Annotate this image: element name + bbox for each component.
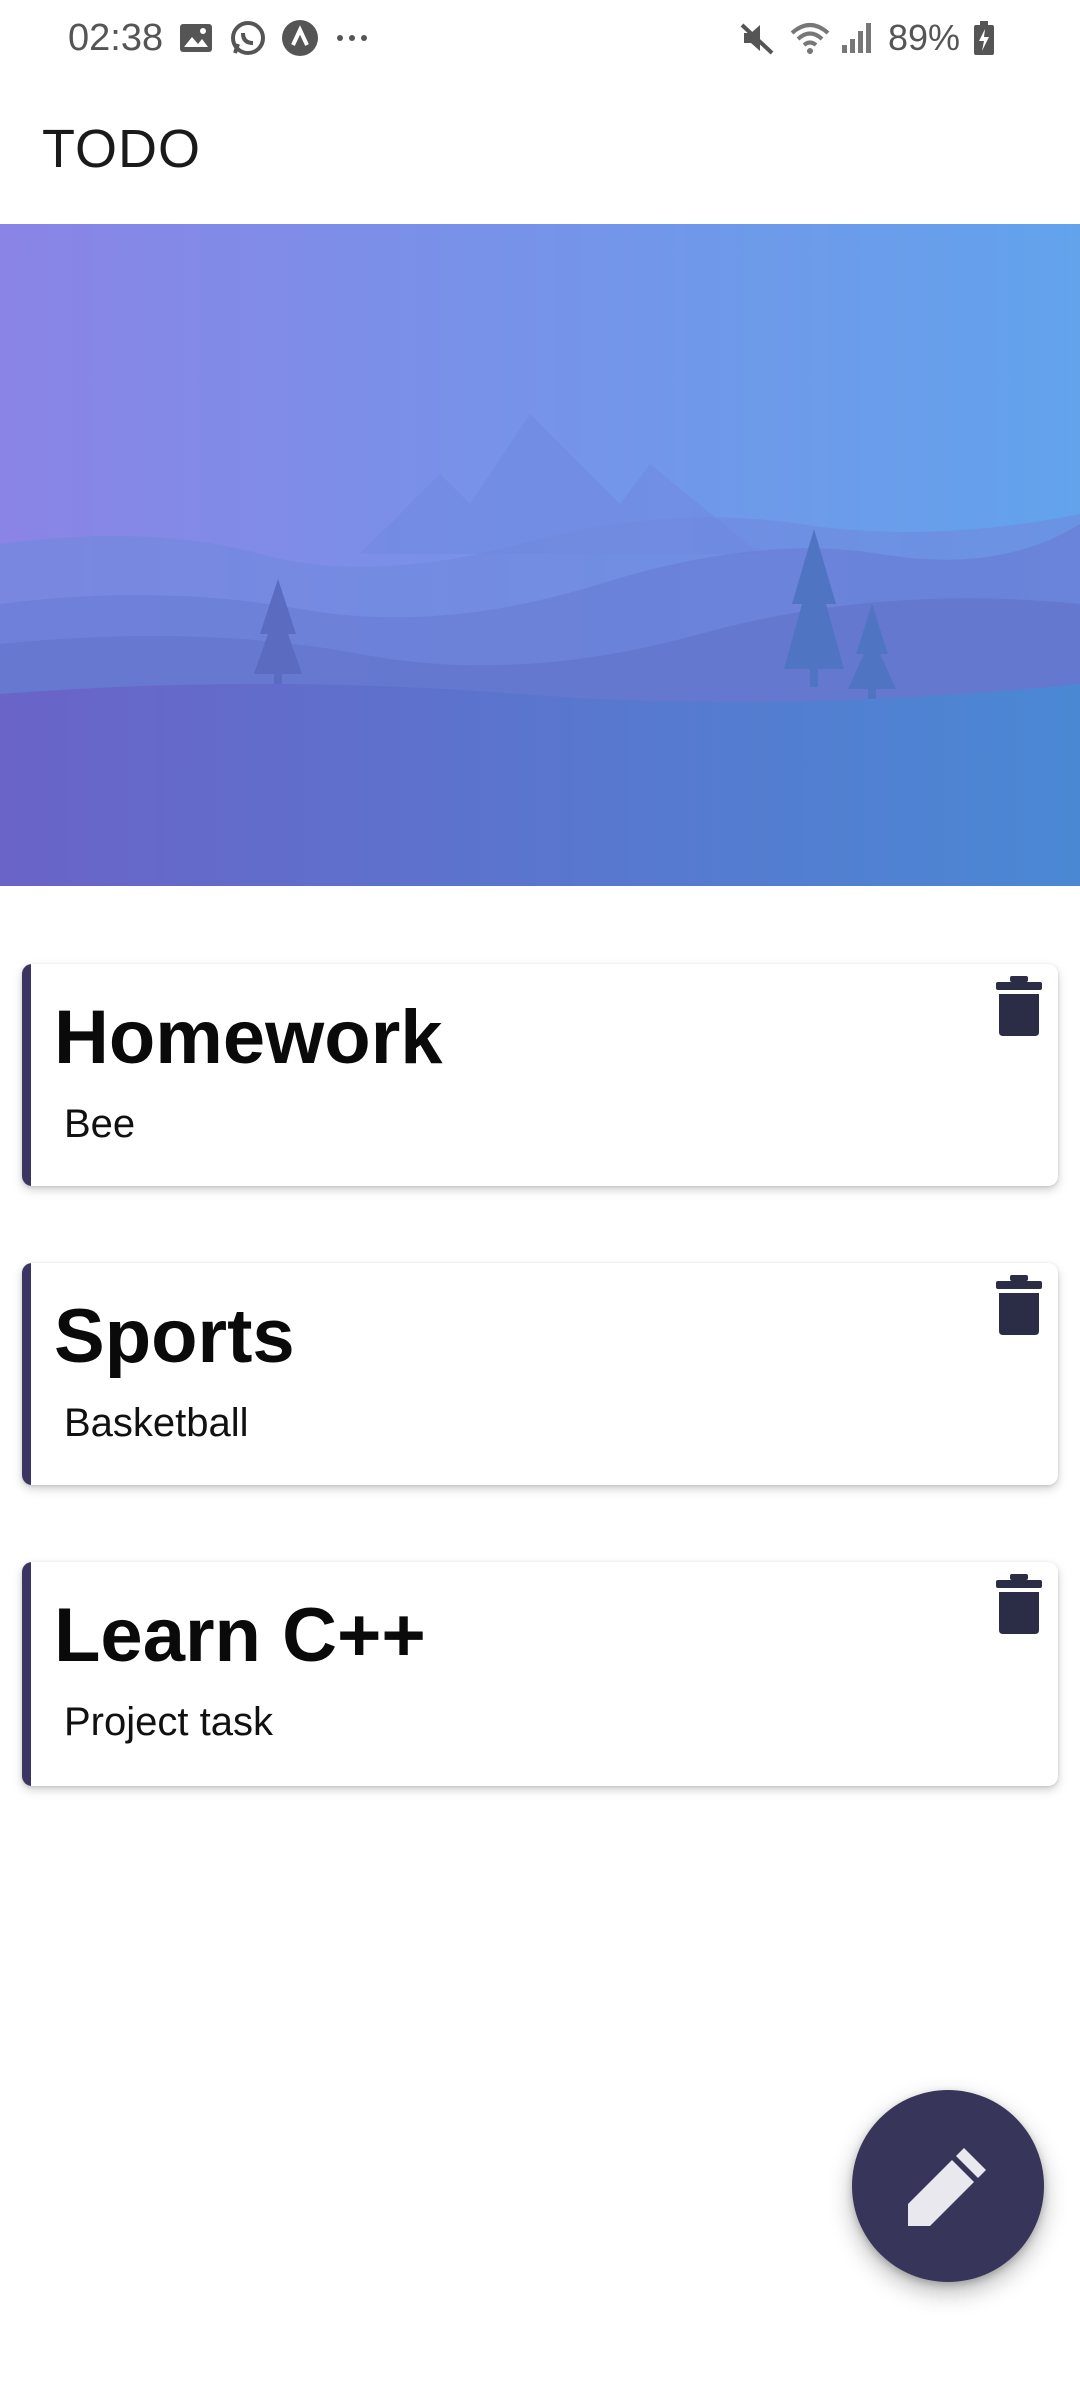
todo-title: Homework <box>54 995 443 1080</box>
image-icon <box>177 19 215 57</box>
trash-icon <box>996 1574 1042 1634</box>
battery-percent: 89% <box>887 17 960 58</box>
battery-charging-icon <box>972 19 1010 57</box>
todo-title: Sports <box>54 1294 295 1379</box>
mute-icon <box>738 19 776 57</box>
hero-illustration <box>0 224 1080 886</box>
todo-card[interactable]: Homework Bee <box>22 964 1058 1186</box>
whatsapp-icon <box>229 19 267 57</box>
app-circle-icon <box>281 19 319 57</box>
pencil-icon <box>908 2148 986 2226</box>
delete-button[interactable] <box>994 974 1044 1038</box>
status-bar: 02:38 89% <box>0 0 1080 76</box>
todo-description: Project task <box>64 1700 273 1744</box>
more-dots-icon <box>333 19 371 57</box>
todo-title: Learn C++ <box>54 1593 426 1678</box>
app-bar: TODO <box>0 76 1080 224</box>
todo-description: Bee <box>64 1102 136 1146</box>
todo-description: Basketball <box>64 1401 249 1445</box>
add-todo-button[interactable] <box>852 2090 1044 2282</box>
wifi-icon <box>788 19 830 57</box>
status-left: 02:38 <box>68 14 371 62</box>
delete-button[interactable] <box>994 1273 1044 1337</box>
signal-icon <box>838 19 876 57</box>
trash-icon <box>996 976 1042 1036</box>
todo-card[interactable]: Sports Basketball <box>22 1263 1058 1485</box>
delete-button[interactable] <box>994 1572 1044 1636</box>
status-right: 89% <box>738 14 1010 62</box>
status-time: 02:38 <box>68 16 164 59</box>
todo-card[interactable]: Learn C++ Project task <box>22 1562 1058 1786</box>
page-title: TODO <box>42 119 202 179</box>
trash-icon <box>996 1275 1042 1335</box>
